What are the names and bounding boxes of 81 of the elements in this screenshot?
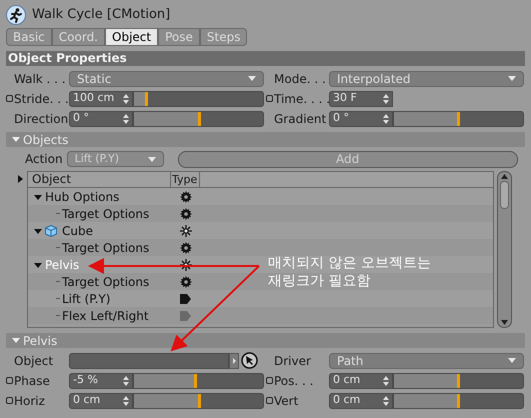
gear-icon (180, 190, 192, 202)
spinner-icon[interactable] (383, 94, 389, 104)
number-field[interactable]: 100 cm (69, 90, 133, 106)
keyframe-toggle[interactable] (266, 377, 273, 384)
running-figure-icon (6, 5, 26, 25)
spinner-icon[interactable] (383, 114, 389, 124)
tree-item[interactable]: Flex Left/Right (62, 306, 149, 324)
dropdown[interactable]: Interpolated (329, 70, 524, 86)
number-field[interactable]: 0 cm (329, 372, 393, 388)
caret-icon (248, 76, 256, 81)
expand-triangle-icon[interactable] (34, 260, 42, 268)
spinner-icon[interactable] (383, 376, 389, 386)
tree-item[interactable]: Hub Options (45, 188, 120, 206)
link-field[interactable] (69, 352, 229, 368)
joint-icon (180, 224, 192, 236)
column-header[interactable]: Object (28, 172, 171, 187)
field-label: Mode. . . (274, 70, 327, 88)
field-label: Pos. . . (274, 372, 314, 390)
field-label: Action (25, 151, 63, 168)
keyframe-toggle[interactable] (266, 397, 273, 404)
section-header[interactable]: Pelvis (6, 333, 525, 348)
tree-item[interactable]: Lift (P.Y) (62, 290, 110, 308)
tree-item[interactable]: Target Options (62, 238, 150, 256)
scrollbar[interactable] (497, 171, 512, 328)
field-label: Phase (14, 372, 51, 390)
section-header: Object Properties (6, 51, 525, 66)
number-field[interactable]: 0 ° (329, 110, 393, 126)
number-field[interactable]: 0 cm (329, 392, 393, 408)
field-label: Walk . . . (14, 70, 67, 88)
dropdown[interactable]: Static (69, 70, 264, 86)
number-field[interactable]: -5 % (69, 372, 133, 388)
link-arrow-button[interactable] (229, 352, 239, 368)
tab[interactable]: Object (105, 28, 158, 46)
spinner-icon[interactable] (123, 114, 129, 124)
scroll-thumb[interactable] (500, 181, 509, 209)
keyframe-toggle[interactable] (6, 397, 13, 404)
spinner-icon[interactable] (123, 376, 129, 386)
number-field[interactable]: 0 cm (69, 392, 133, 408)
field-label: Object (14, 352, 54, 370)
keyframe-toggle[interactable] (266, 95, 273, 102)
caret-icon (508, 76, 516, 81)
gear-icon (180, 276, 192, 288)
number-field[interactable]: 30 F (329, 90, 393, 106)
spinner-icon[interactable] (383, 396, 389, 406)
column-header[interactable]: Type (171, 172, 200, 187)
expand-triangle-icon[interactable] (34, 192, 42, 200)
caret-icon (508, 358, 516, 363)
window-title: Walk Cycle [CMotion] (32, 6, 170, 24)
tree-item[interactable]: Target Options (62, 272, 150, 290)
collapse-triangle-icon (12, 338, 20, 343)
field-label: Driver (274, 352, 312, 370)
gear-icon (180, 208, 192, 220)
keyframe-toggle[interactable] (6, 95, 13, 102)
tree-item[interactable]: Target Options (62, 204, 150, 222)
scroll-down-icon[interactable] (501, 320, 508, 325)
caret-icon (148, 156, 156, 162)
field-label: Horiz (14, 392, 46, 410)
scroll-up-icon[interactable] (501, 174, 508, 179)
expand-triangle-icon[interactable] (18, 175, 23, 183)
spinner-icon[interactable] (123, 94, 129, 104)
field-label: Direction (14, 110, 69, 128)
collapse-triangle-icon (12, 137, 20, 142)
field-label: Gradient (274, 110, 328, 128)
tag-icon (180, 310, 191, 320)
tag-icon (180, 294, 191, 304)
pick-cursor-icon[interactable] (241, 352, 258, 369)
section-header[interactable]: Objects (6, 132, 525, 147)
dropdown[interactable]: Path (329, 352, 524, 368)
expand-triangle-icon[interactable] (34, 226, 42, 234)
tree-item[interactable]: Pelvis (45, 256, 80, 274)
number-field[interactable]: 0 ° (69, 110, 133, 126)
tree-item[interactable]: Cube (62, 222, 93, 240)
field-label: Vert (274, 392, 300, 410)
arrow-icon (232, 358, 236, 364)
field-label: Stride. . . (14, 90, 69, 108)
field-label: Time. . . . (274, 90, 329, 108)
keyframe-toggle[interactable] (6, 377, 13, 384)
joint-icon (180, 258, 192, 270)
gear-icon (180, 242, 192, 254)
spinner-icon[interactable] (123, 396, 129, 406)
annotation-text: 매치되지 않은 오브젝트는 재링크가 필요함 (268, 254, 431, 290)
